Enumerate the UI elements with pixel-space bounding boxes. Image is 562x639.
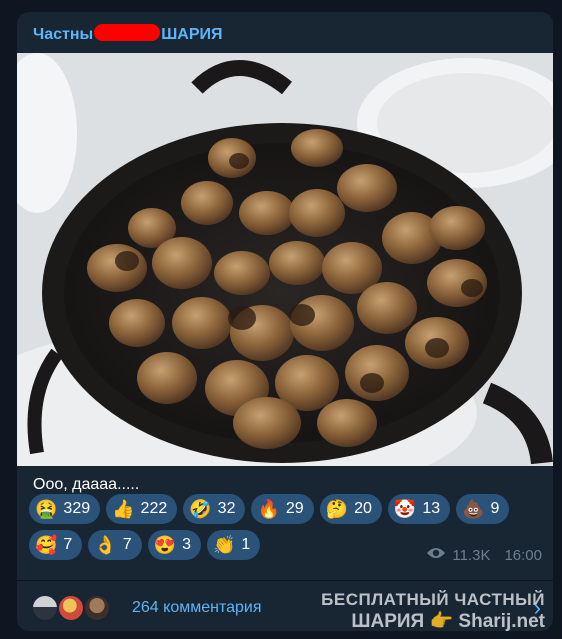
reaction-clap[interactable]: 👏 1: [206, 530, 261, 560]
reaction-fire[interactable]: 🔥 29: [251, 494, 314, 524]
poo-icon: 💩: [462, 499, 485, 519]
watermark: БЕСПЛАТНЫЙ ЧАСТНЫЙ ШАРИЯ 👉 Sharij.net: [321, 590, 545, 631]
eye-icon: [426, 546, 446, 564]
reaction-ok-hand[interactable]: 👌 7: [88, 530, 142, 560]
rofl-icon: 🤣: [189, 499, 212, 519]
reaction-smiling-hearts[interactable]: 🥰 7: [29, 530, 83, 560]
post-photo[interactable]: [17, 53, 553, 466]
thinking-face-icon: 🤔: [325, 499, 349, 519]
thumbs-up-icon: 👍: [112, 499, 135, 519]
post-caption: Ооо, даааа.....: [33, 476, 140, 493]
reaction-nauseated[interactable]: 🤮 329: [29, 494, 101, 524]
comments-link[interactable]: 264 комментария: [132, 599, 262, 617]
reaction-thinking[interactable]: 🤔 20: [319, 494, 382, 524]
heart-eyes-icon: 😍: [153, 535, 177, 555]
reaction-rofl[interactable]: 🤣 32: [183, 494, 246, 524]
redaction-mark: [94, 24, 161, 41]
reaction-heart-eyes[interactable]: 😍 3: [147, 530, 201, 560]
nauseated-face-icon: 🤮: [35, 499, 58, 519]
avatar: [57, 594, 85, 622]
channel-post: Частны ШАРИЯ Ооо, даааа..... 🤮 329 👍 222…: [17, 12, 553, 631]
commenter-avatars: [31, 594, 121, 622]
reaction-thumbs-up[interactable]: 👍 222: [106, 494, 178, 524]
view-count: 11.3K: [452, 546, 491, 564]
post-meta: 11.3K 16:00: [426, 546, 542, 564]
avatar: [31, 594, 59, 622]
channel-name[interactable]: Частны ШАРИЯ: [33, 24, 223, 44]
clown-face-icon: 🤡: [393, 499, 417, 519]
reaction-clown[interactable]: 🤡 13: [387, 494, 451, 524]
clapping-hands-icon: 👏: [212, 535, 236, 555]
ok-hand-icon: 👌: [94, 535, 117, 555]
smiling-hearts-face-icon: 🥰: [35, 535, 58, 555]
post-time: 16:00: [504, 546, 542, 564]
avatar: [83, 594, 111, 622]
chevron-right-icon[interactable]: ›: [534, 595, 541, 621]
comments-bar[interactable]: 264 комментария БЕСПЛАТНЫЙ ЧАСТНЫЙ ШАРИЯ…: [17, 580, 553, 631]
fire-icon: 🔥: [257, 499, 280, 519]
reaction-poo[interactable]: 💩 9: [456, 494, 510, 524]
